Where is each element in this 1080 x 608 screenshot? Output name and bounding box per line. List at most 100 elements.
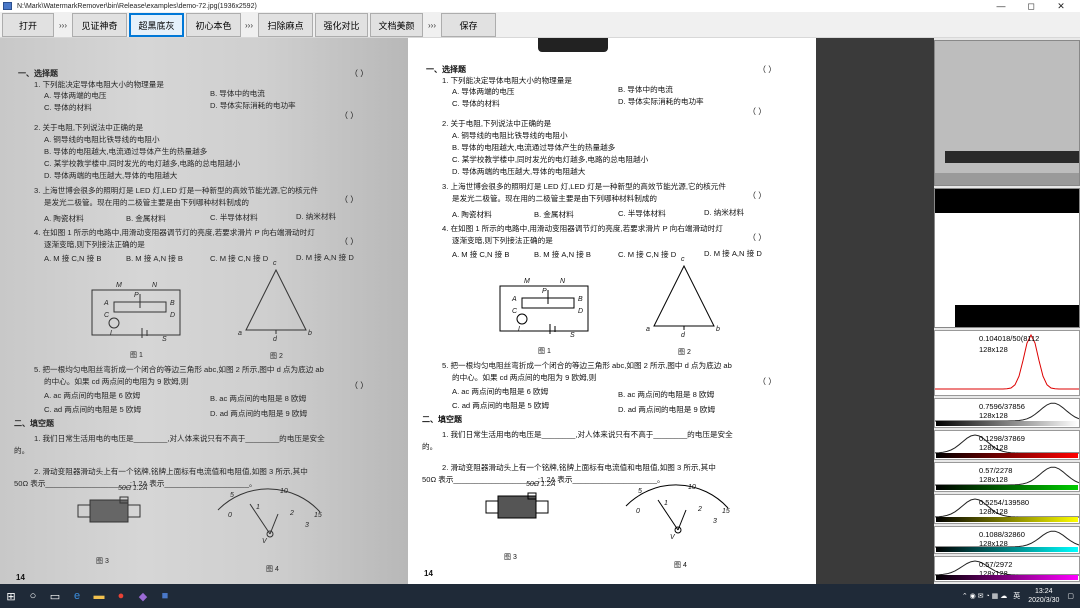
figure-label: 0 bbox=[228, 512, 232, 519]
figure-label: S bbox=[162, 336, 167, 343]
window-title: N:\Mark\WatermarkRemover\bin\Release\exa… bbox=[17, 2, 257, 10]
title-bar: N:\Mark\WatermarkRemover\bin\Release\exa… bbox=[0, 0, 1080, 12]
histogram-panel: 0.1088/32860 128x128 bbox=[934, 526, 1080, 554]
figure-label: d bbox=[681, 332, 685, 339]
figure-label: D bbox=[578, 308, 584, 315]
figure-label: 1 bbox=[256, 504, 260, 511]
contrast-button[interactable]: 强化对比 bbox=[315, 13, 368, 37]
histogram-stats: 0.57/2278 bbox=[979, 466, 1013, 475]
figure-label: L bbox=[110, 330, 114, 337]
figure-label: P bbox=[134, 292, 139, 299]
histogram-stats: 0.5254/139580 bbox=[979, 498, 1030, 507]
toolbar: 打开 ››› 见证神奇 超黑底灰 初心本色 ››› 扫除麻点 强化对比 文档美颜… bbox=[0, 12, 1080, 38]
diagram-figures bbox=[77, 268, 321, 538]
figure-label: 2 bbox=[290, 510, 294, 517]
channel-gradient-bar bbox=[936, 517, 1078, 522]
separator-arrows: ››› bbox=[59, 20, 67, 30]
maximize-button[interactable]: ◻ bbox=[1016, 0, 1046, 12]
taskbar: ⊞ ○ ▭ e ▬ ● ◆ ■ ⌃ ◉ ✉ ◔ ▦ ☁ 英 13:24 2020… bbox=[0, 584, 1080, 608]
input-language[interactable]: 英 bbox=[1013, 591, 1020, 601]
histogram-stats: 0.57/2972 bbox=[979, 560, 1013, 569]
histogram-size: 128x128 bbox=[979, 345, 1008, 354]
tray-icons[interactable]: ⌃ ◉ ✉ ◔ ▦ ☁ bbox=[962, 592, 1007, 600]
figure-label: S bbox=[570, 332, 575, 339]
figure-label: 5 bbox=[230, 492, 234, 499]
histogram-panel: 0.57/2278 128x128 bbox=[934, 462, 1080, 492]
figure-label: b bbox=[308, 330, 312, 337]
despeckle-button[interactable]: 扫除麻点 bbox=[258, 13, 313, 37]
processed-image-pane[interactable]: 一、选择题（ ） 1. 下列能决定导体电阻大小的物理量是 A. 导体两端的电压 B. … bbox=[408, 38, 816, 584]
figure-label: M bbox=[524, 278, 530, 285]
figure-label: 0 bbox=[636, 508, 640, 515]
windows-start-icon[interactable]: ⊞ bbox=[0, 585, 22, 607]
channel-gradient-bar bbox=[936, 547, 1078, 552]
watermark-app-icon[interactable]: ■ bbox=[154, 585, 176, 607]
figure-label: 10 bbox=[280, 488, 288, 495]
diagram-figures bbox=[485, 264, 729, 534]
original-image-pane[interactable]: 一、选择题（ ） 1. 下列能决定导体电阻大小的物理量是 A. 导体两端的电压 B. … bbox=[0, 38, 408, 584]
edge-browser-icon[interactable]: e bbox=[66, 585, 88, 607]
figure-label: C bbox=[104, 312, 110, 319]
figure-label: a bbox=[646, 326, 650, 333]
binarized-texture-icon bbox=[935, 189, 1079, 327]
notification-icon[interactable]: ▢ bbox=[1067, 592, 1074, 600]
zoom-preview-original bbox=[934, 40, 1080, 186]
file-explorer-icon[interactable]: ▬ bbox=[88, 585, 110, 607]
figure-label: B bbox=[170, 300, 175, 307]
figure-label: 10 bbox=[688, 484, 696, 491]
histogram-panel: 0.104018/50(8112 128x128 bbox=[934, 330, 1080, 396]
separator-arrows: ››› bbox=[245, 20, 253, 30]
chrome-icon[interactable]: ● bbox=[110, 585, 132, 607]
channel-gradient-bar bbox=[936, 421, 1078, 426]
beautify-button[interactable]: 文档美颜 bbox=[370, 13, 423, 37]
histogram-panel: 0.5254/139580 128x128 bbox=[934, 494, 1080, 524]
zoom-preview-processed bbox=[934, 188, 1080, 328]
clock[interactable]: 13:24 2020/3/30 bbox=[1028, 587, 1059, 605]
system-tray: ⌃ ◉ ✉ ◔ ▦ ☁ 英 13:24 2020/3/30 ▢ bbox=[962, 584, 1074, 608]
figure-label: 50Ω 1.2A bbox=[118, 485, 148, 492]
figure-label: b bbox=[716, 326, 720, 333]
clock-time: 13:24 bbox=[1035, 588, 1053, 595]
canvas-background bbox=[816, 38, 934, 584]
figure-label: c bbox=[273, 260, 277, 267]
histogram-size: 128x128 bbox=[979, 443, 1008, 452]
visual-studio-icon[interactable]: ◆ bbox=[132, 585, 154, 607]
channel-gradient-bar bbox=[936, 453, 1078, 458]
search-icon[interactable]: ○ bbox=[22, 585, 44, 607]
task-view-icon[interactable]: ▭ bbox=[44, 585, 66, 607]
close-button[interactable]: ✕ bbox=[1046, 0, 1076, 12]
figure-label: c bbox=[681, 256, 685, 263]
save-button[interactable]: 保存 bbox=[441, 13, 496, 37]
figure-label: 50Ω 1.2A bbox=[526, 481, 556, 488]
clock-date: 2020/3/30 bbox=[1028, 597, 1060, 604]
figure-label: V bbox=[262, 538, 267, 545]
open-button[interactable]: 打开 bbox=[2, 13, 54, 37]
histogram-stats: 0.1088/32860 bbox=[979, 530, 1025, 539]
figure-label: C bbox=[512, 308, 518, 315]
histogram-stats: 0.7596/37856 bbox=[979, 402, 1025, 411]
figure-label: A bbox=[512, 296, 517, 303]
figure-label: 2 bbox=[698, 506, 702, 513]
noise-texture-icon bbox=[935, 41, 1079, 185]
minimize-button[interactable]: — bbox=[986, 0, 1016, 12]
analysis-panel: 0.104018/50(8112 128x128 0.7596/37856 128x1… bbox=[934, 38, 1080, 584]
show-magic-button[interactable]: 见证神奇 bbox=[72, 13, 127, 37]
figure-label: A bbox=[104, 300, 109, 307]
channel-gradient-bar bbox=[936, 485, 1078, 490]
ultra-black-button[interactable]: 超黑底灰 bbox=[129, 13, 184, 37]
figure-label: D bbox=[170, 312, 176, 319]
separator-arrows: ››› bbox=[428, 20, 436, 30]
histogram-panel: 0.57/2972 128x128 bbox=[934, 556, 1080, 582]
original-color-button[interactable]: 初心本色 bbox=[186, 13, 241, 37]
app-icon bbox=[3, 2, 12, 10]
figure-label: 15 bbox=[314, 512, 322, 519]
histogram-size: 128x128 bbox=[979, 411, 1008, 420]
figure-label: V bbox=[670, 534, 675, 541]
figure-label: M bbox=[116, 282, 122, 289]
figure-label: N bbox=[152, 282, 158, 289]
histogram-panel: 0.1298/37869 128x128 bbox=[934, 430, 1080, 460]
channel-gradient-bar bbox=[936, 575, 1078, 580]
histogram-stats: 0.1298/37869 bbox=[979, 434, 1025, 443]
figure-label: P bbox=[542, 288, 547, 295]
histogram-panel: 0.7596/37856 128x128 bbox=[934, 398, 1080, 428]
